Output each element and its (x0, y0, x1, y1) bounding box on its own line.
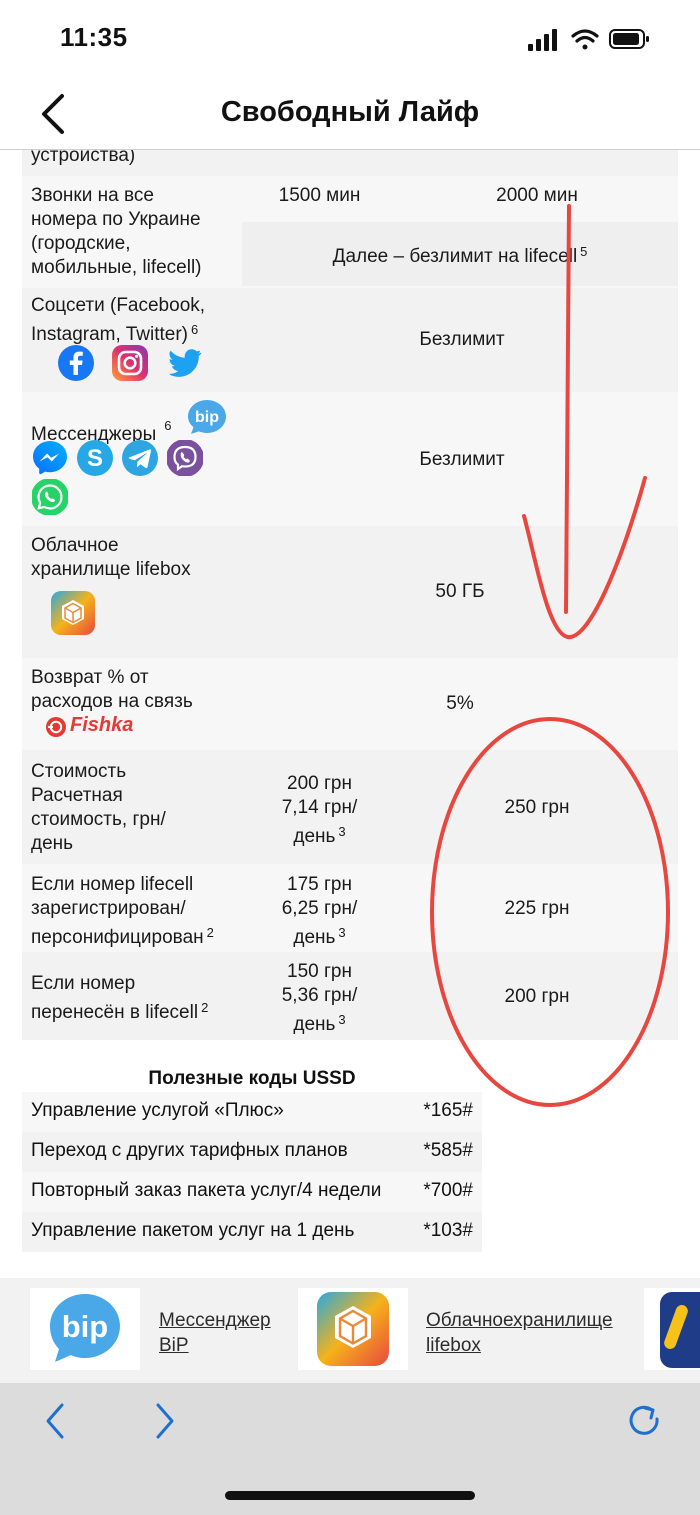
table-row-social: Соцсети (Facebook, Instagram, Twitter) 6 … (22, 288, 678, 392)
ported-label: Если номер перенесён в lifecell 2 (31, 973, 209, 1023)
signal-icon (528, 29, 557, 51)
status-time: 11:35 (60, 22, 128, 52)
battery-icon (609, 29, 649, 49)
table-row-cashback: Возврат % от расходов на связь Fishka 5% (22, 658, 678, 750)
price-col1: 200 грн 7,14 грн/ день 3 (281, 773, 358, 847)
calls-label: Звонки на все номера по Украине (городск… (31, 185, 202, 278)
social-label: Соцсети (Facebook, Instagram, Twitter) 6 (31, 295, 206, 345)
tariff-content: устройства) Звонки на все номера по Укра… (0, 150, 700, 1383)
ussd-row: Управление пакетом услуг на 1 день *103# (22, 1212, 482, 1252)
ported-col2: 200 грн (504, 986, 570, 1007)
instagram-icon (112, 345, 148, 381)
svg-text:bip: bip (62, 1309, 109, 1344)
ussd-row: Повторный заказ пакета услуг/4 недели *70… (22, 1172, 482, 1212)
twitter-icon (168, 349, 202, 377)
table-row-messengers: Мессенджеры 6 bip S Безлимит (22, 392, 678, 526)
registered-col1: 175 грн 6,25 грн/ день 3 (281, 874, 358, 948)
table-row-calls: Звонки на все номера по Украине (городск… (22, 176, 678, 288)
svg-text:bip: bip (195, 409, 219, 426)
promo-lifebox-card[interactable] (298, 1288, 408, 1370)
registered-col2: 225 грн (504, 898, 570, 919)
table-row-cloud: Облачное хранилище lifebox 50 ГБ (22, 526, 678, 658)
table-row-price: Стоимость Расчетная стоимость, грн/ день… (22, 750, 678, 864)
status-icons (520, 26, 670, 52)
table-row-partial: устройства) (22, 150, 678, 176)
table-row-registered: Если номер lifecell зарегистрирован/ пер… (22, 864, 678, 952)
toolbar-back-button[interactable] (34, 1399, 78, 1443)
table-row-ported: Если номер перенесён в lifecell 2 150 грн… (22, 952, 678, 1040)
bip-icon: bip (188, 400, 226, 434)
price-col2: 250 грн (504, 797, 570, 818)
calls-col2: 2000 мин (496, 185, 578, 206)
lifebox-logo-icon (317, 1292, 389, 1366)
chevron-left-icon (46, 1403, 64, 1439)
page-title: Свободный Лайф (220, 96, 480, 128)
toolbar-reload-button[interactable] (623, 1399, 667, 1443)
wifi-icon (571, 29, 599, 50)
viber-icon (167, 440, 203, 476)
skype-icon: S (77, 440, 113, 476)
messenger-icon (33, 441, 67, 475)
promo-strip: bip Мессенджер BiP Облачноехранилище lif… (0, 1278, 700, 1383)
promo-bip-card[interactable]: bip (30, 1288, 140, 1370)
calls-after-cell: Далее – безлимит на lifecell 5 (242, 222, 678, 286)
whatsapp-icon (32, 479, 68, 515)
telegram-icon (122, 440, 158, 476)
cashback-label: Возврат % от расходов на связь (31, 667, 193, 712)
ported-col1: 150 грн 5,36 грн/ день 3 (281, 961, 358, 1035)
browser-toolbar (0, 1383, 700, 1515)
svg-text:S: S (87, 445, 103, 472)
cashback-value: 5% (446, 693, 474, 714)
nav-bar: Свободный Лайф (0, 80, 700, 150)
partial-text: устройства) (31, 150, 136, 166)
ussd-title: Полезные коды USSD (148, 1068, 356, 1089)
chevron-right-icon (156, 1403, 174, 1439)
promo-next-card[interactable] (644, 1288, 700, 1370)
toolbar-forward-button[interactable] (142, 1399, 186, 1443)
calls-after-text: Далее – безлимит на lifecell 5 (332, 244, 588, 267)
price-label: Стоимость Расчетная стоимость, грн/ день (31, 761, 166, 854)
calls-col1: 1500 мин (278, 185, 361, 206)
lifebox-icon (51, 591, 95, 635)
promo-lifebox-link[interactable]: Облачноехранилище lifebox (426, 1308, 613, 1358)
cloud-label: Облачное хранилище lifebox (31, 535, 191, 580)
bip-logo-icon: bip (50, 1294, 120, 1362)
ussd-row: Переход с других тарифных планов *585# (22, 1132, 482, 1172)
ussd-row: Управление услугой «Плюс» *165# (22, 1092, 482, 1132)
social-value: Безлимит (419, 329, 505, 350)
promo-bip-link[interactable]: Мессенджер BiP (159, 1308, 271, 1358)
messengers-value: Безлимит (419, 449, 505, 470)
cloud-value: 50 ГБ (435, 581, 485, 602)
fishka-icon (46, 717, 66, 737)
home-indicator (225, 1491, 475, 1500)
promo-next-icon (660, 1292, 700, 1368)
registered-label: Если номер lifecell зарегистрирован/ пер… (31, 874, 214, 948)
status-bar: 11:35 (0, 0, 700, 80)
reload-icon (629, 1405, 659, 1435)
facebook-icon (58, 345, 94, 381)
